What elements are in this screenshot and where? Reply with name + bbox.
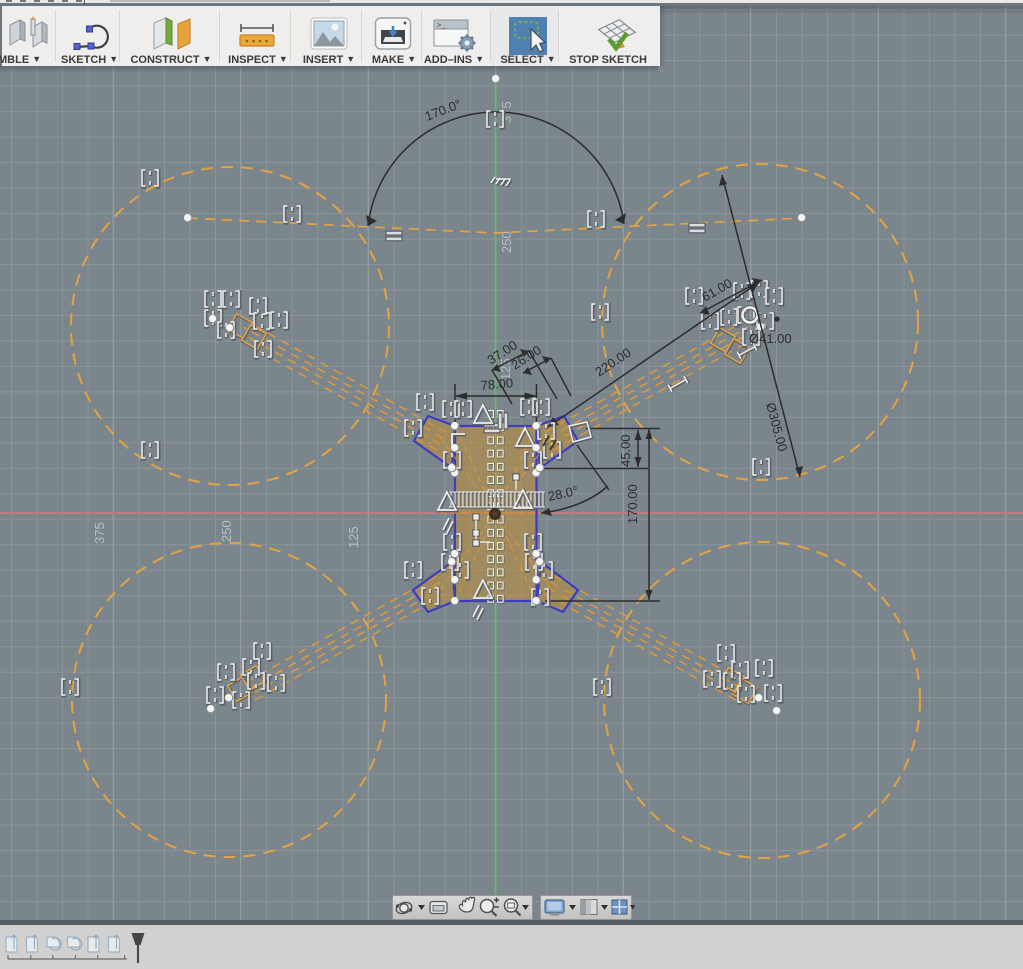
svg-text:250: 250 [219, 520, 234, 542]
svg-text:45.00: 45.00 [618, 434, 633, 467]
svg-text:250: 250 [499, 231, 514, 253]
svg-text:125: 125 [346, 526, 361, 548]
svg-text:Ø41.00: Ø41.00 [749, 331, 792, 346]
svg-text:78.00: 78.00 [480, 375, 514, 393]
svg-text:375: 375 [92, 522, 107, 544]
svg-text:>_: >_ [437, 23, 446, 31]
svg-text:170.00: 170.00 [625, 484, 640, 524]
